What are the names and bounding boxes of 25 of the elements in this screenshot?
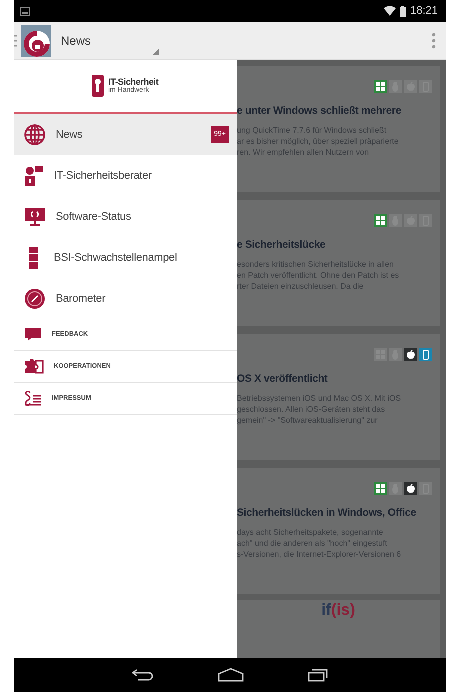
wifi-icon bbox=[384, 6, 396, 16]
drawer-indicator-icon bbox=[14, 34, 18, 48]
globe-icon bbox=[24, 124, 46, 146]
person-icon bbox=[24, 164, 44, 186]
section-sign-icon bbox=[24, 391, 42, 406]
news-title: e Sicherheitslücke bbox=[237, 239, 327, 251]
battery-icon bbox=[400, 6, 406, 16]
dropdown-corner-icon bbox=[153, 49, 160, 55]
logo-title: IT-Sicherheit bbox=[108, 78, 159, 87]
footer-logo: if(is) bbox=[322, 602, 356, 620]
app-logo-icon[interactable] bbox=[21, 24, 51, 56]
back-icon[interactable] bbox=[132, 669, 154, 681]
news-title: Sicherheitslücken in Windows, Office bbox=[237, 507, 418, 519]
home-icon[interactable] bbox=[218, 668, 244, 682]
gauge-icon bbox=[24, 288, 46, 310]
notification-icon bbox=[20, 6, 30, 16]
monitor-icon bbox=[24, 206, 46, 226]
clock-time: 18:21 bbox=[410, 5, 438, 17]
recent-apps-icon[interactable] bbox=[308, 668, 328, 682]
news-title: e unter Windows schließt mehrere bbox=[237, 105, 402, 117]
puzzle-icon bbox=[24, 359, 44, 374]
news-title: OS X veröffentlicht bbox=[237, 373, 329, 385]
screen-title[interactable]: News bbox=[61, 34, 92, 48]
chat-icon bbox=[24, 327, 42, 342]
keyhole-logo-icon bbox=[92, 75, 104, 97]
